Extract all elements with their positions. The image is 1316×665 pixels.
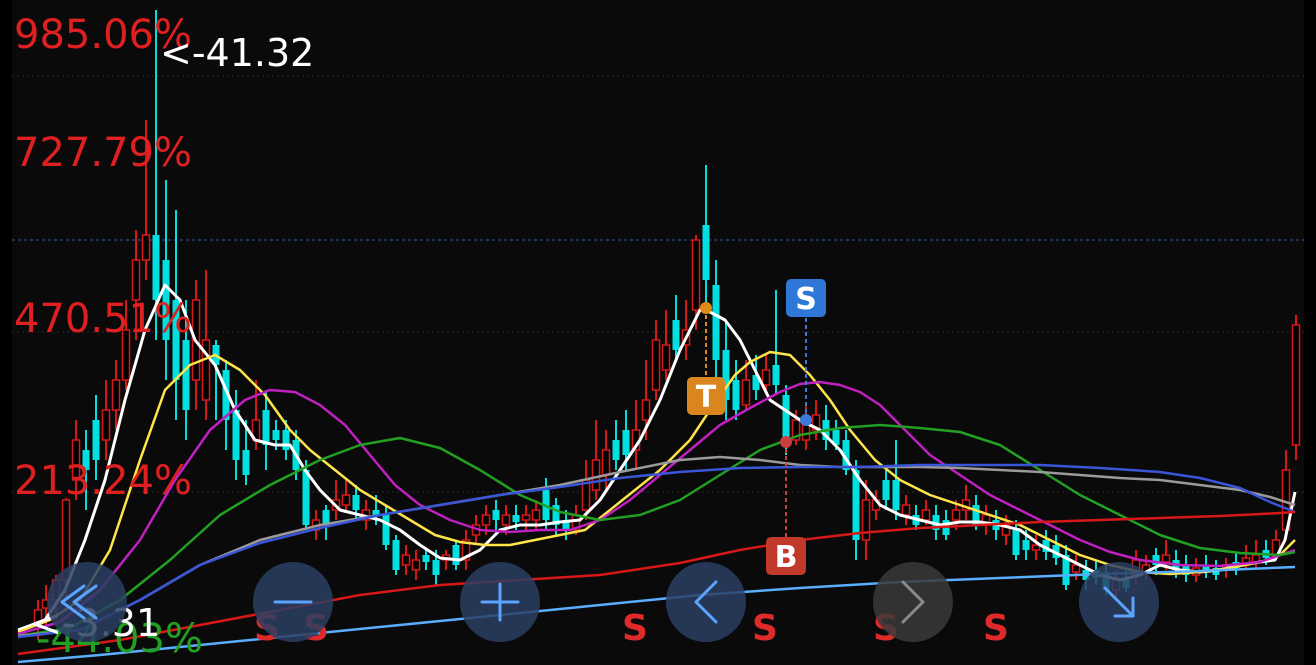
candle-body — [661, 344, 671, 371]
candle-body — [282, 430, 290, 450]
candle-body — [101, 409, 111, 441]
sell-marker-dot — [800, 414, 812, 426]
candle-body — [1291, 324, 1301, 446]
y-label-727: 727.79% — [14, 130, 192, 176]
candle-body — [422, 555, 430, 562]
max-annotation: <-41.32 — [160, 31, 314, 75]
candle-body — [732, 380, 740, 410]
candle-body — [622, 430, 630, 455]
tag-S-text: S — [795, 282, 817, 317]
zoom-in-button[interactable] — [460, 562, 540, 642]
candle-body — [452, 545, 460, 565]
scroll-right-button[interactable] — [873, 562, 953, 642]
candle-body — [492, 510, 500, 520]
candle-body — [651, 339, 661, 391]
candle-body — [92, 420, 100, 460]
candle-body — [772, 365, 780, 385]
jump-latest-button[interactable] — [1079, 562, 1159, 642]
candle-body — [382, 515, 390, 545]
candle-body — [352, 495, 360, 510]
candle-body — [411, 559, 421, 571]
candle-body — [761, 369, 771, 386]
candle-body — [712, 285, 720, 360]
candle-body — [612, 440, 620, 460]
candle-body — [531, 509, 541, 521]
candle-body — [951, 509, 961, 521]
candle-body — [901, 504, 911, 516]
candle — [392, 535, 400, 575]
s-signal-label: S — [752, 608, 778, 649]
candle-body — [111, 379, 121, 411]
candle-body — [852, 470, 860, 540]
candle-body — [1161, 554, 1171, 563]
candle-body — [302, 470, 310, 525]
candle-body — [641, 399, 651, 421]
candle-body — [1031, 544, 1041, 551]
candle-body — [521, 514, 531, 521]
candle-body — [272, 430, 280, 440]
candle-body — [131, 259, 141, 301]
candle-body — [921, 509, 931, 521]
candle-body — [1071, 564, 1081, 573]
candle-body — [691, 239, 701, 311]
candle-body — [481, 514, 491, 526]
s-signal-label: S — [983, 608, 1009, 649]
candle-body — [741, 379, 751, 406]
candle-body — [152, 235, 160, 300]
s-signal-label: S — [622, 608, 648, 649]
candle-body — [1012, 530, 1020, 555]
candle-body — [242, 450, 250, 475]
stock-chart[interactable]: T S B 985.06% 727.79% 470.51% 213.24% -4… — [0, 0, 1316, 665]
candle-body — [672, 320, 680, 350]
candle-body — [392, 540, 400, 570]
candle — [1291, 315, 1301, 460]
candle-body — [892, 480, 900, 510]
scroll-left-button[interactable] — [666, 562, 746, 642]
tag-T-text: T — [696, 380, 717, 415]
zoom-out-button[interactable] — [253, 562, 333, 642]
zoom-out-left-button[interactable] — [47, 562, 127, 642]
candle-body — [882, 480, 890, 500]
candle-body — [341, 494, 351, 506]
candle-body — [702, 225, 710, 280]
candle-body — [601, 449, 611, 476]
candle-body — [141, 234, 151, 261]
candle-body — [401, 554, 411, 566]
candle-body — [262, 410, 270, 445]
top-marker-dot — [700, 302, 712, 314]
y-label-213: 213.24% — [14, 458, 192, 504]
candle-body — [861, 499, 871, 541]
candle-body — [182, 340, 190, 410]
buy-marker-dot — [780, 436, 792, 448]
candle-body — [512, 515, 520, 522]
candle-body — [591, 459, 601, 491]
candle-body — [432, 560, 440, 575]
tag-B-text: B — [775, 540, 798, 575]
candle-body — [1022, 540, 1030, 550]
y-label-470: 470.51% — [14, 296, 192, 342]
candle-body — [501, 514, 511, 526]
